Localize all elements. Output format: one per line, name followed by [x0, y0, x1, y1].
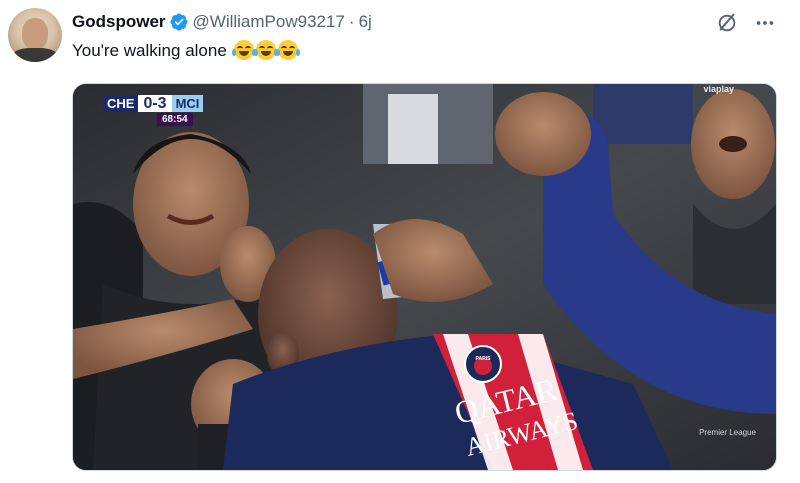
- author-avatar[interactable]: [8, 8, 62, 62]
- tweet-media-image[interactable]: CHE 0-3 MCI 68:54 viaplay Premier League…: [72, 83, 777, 471]
- separator-dot: ·: [348, 12, 355, 31]
- author-handle[interactable]: @WilliamPow93217: [193, 12, 345, 32]
- crest-text: PARIS: [476, 356, 492, 362]
- shirt-lettering: PARIS QATAR AIRWAYS: [451, 356, 581, 462]
- laughing-emoji-icon: [275, 40, 300, 60]
- timestamp[interactable]: 6j: [359, 12, 372, 32]
- verified-badge-icon[interactable]: [169, 12, 189, 32]
- avatar-face: [22, 18, 48, 50]
- laughing-emoji-icon: [253, 40, 278, 60]
- tweet-header: Godspower @WilliamPow93217 · 6j: [72, 10, 372, 34]
- avatar-collar: [12, 48, 58, 62]
- grok-icon[interactable]: [716, 12, 738, 34]
- more-options-icon[interactable]: [754, 12, 776, 34]
- tweet-text: You're walking alone: [72, 39, 300, 63]
- tweet-body: You're walking alone: [72, 41, 227, 60]
- author-display-name[interactable]: Godspower: [72, 12, 166, 32]
- laughing-emoji-icon: [231, 40, 256, 60]
